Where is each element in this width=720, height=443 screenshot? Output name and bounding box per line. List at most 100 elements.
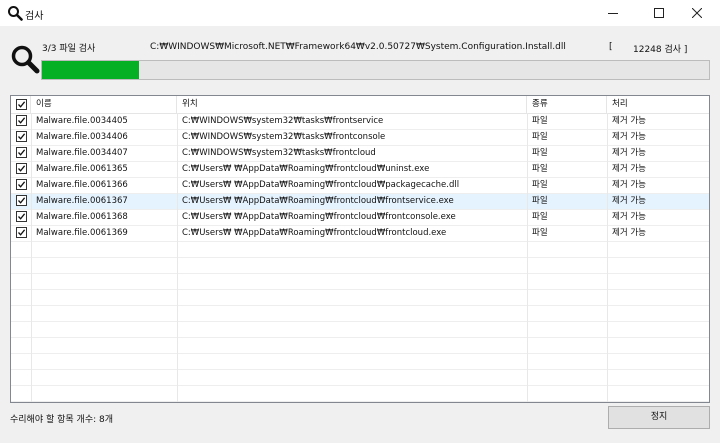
row-checkbox-cell[interactable] bbox=[11, 225, 31, 241]
table-row[interactable]: Malware.file.0061369 C:₩Users₩ ₩AppData₩R… bbox=[11, 225, 709, 241]
row-checkbox-cell[interactable] bbox=[11, 113, 31, 129]
table-row[interactable]: Malware.file.0061367 C:₩Users₩ ₩AppData₩R… bbox=[11, 193, 709, 209]
row-divider bbox=[11, 209, 709, 210]
window-title: 검사 bbox=[25, 11, 44, 22]
row-divider bbox=[11, 385, 709, 386]
repair-count-label: 수리해야 할 항목 개수: 8개 bbox=[10, 415, 114, 425]
checkmark-icon bbox=[18, 117, 26, 124]
column-header-name[interactable]: 이름 bbox=[31, 96, 177, 113]
select-all-checkbox[interactable] bbox=[16, 99, 27, 110]
checkmark-icon bbox=[18, 213, 26, 220]
row-divider bbox=[11, 161, 709, 162]
count-bracket: [ bbox=[609, 42, 613, 52]
column-divider bbox=[31, 113, 32, 402]
table-row[interactable]: Malware.file.0061365 C:₩Users₩ ₩AppData₩R… bbox=[11, 161, 709, 177]
table-header: 이름 위치 종류 처리 bbox=[11, 96, 709, 114]
row-divider bbox=[11, 273, 709, 274]
checkmark-icon bbox=[18, 181, 26, 188]
row-checkbox[interactable] bbox=[16, 131, 27, 142]
table-row[interactable]: Malware.file.0061368 C:₩Users₩ ₩AppData₩R… bbox=[11, 209, 709, 225]
minimize-button[interactable] bbox=[592, 0, 634, 26]
checkmark-icon bbox=[18, 133, 26, 140]
maximize-icon bbox=[654, 8, 664, 18]
row-checkbox-cell[interactable] bbox=[11, 193, 31, 209]
results-table[interactable]: 이름 위치 종류 처리 Malware.file.0034405 C:₩WINDO… bbox=[10, 95, 710, 403]
row-divider bbox=[11, 241, 709, 242]
cell-type: 파일 bbox=[532, 196, 548, 206]
minimize-icon bbox=[608, 13, 618, 14]
row-checkbox-cell[interactable] bbox=[11, 161, 31, 177]
row-divider bbox=[11, 145, 709, 146]
cell-location: C:₩Users₩ ₩AppData₩Roaming₩frontcloud₩pa… bbox=[182, 180, 460, 190]
column-header-location[interactable]: 위치 bbox=[177, 96, 527, 113]
cell-type: 파일 bbox=[532, 164, 548, 174]
row-checkbox-cell[interactable] bbox=[11, 129, 31, 145]
progress-label: 3/3 파일 검사 bbox=[42, 44, 96, 54]
row-checkbox[interactable] bbox=[16, 163, 27, 174]
cell-action: 제거 가능 bbox=[612, 180, 646, 190]
table-row[interactable]: Malware.file.0034407 C:₩WINDOWS₩system32₩… bbox=[11, 145, 709, 161]
table-row[interactable]: Malware.file.0034405 C:₩WINDOWS₩system32₩… bbox=[11, 113, 709, 129]
cell-type: 파일 bbox=[532, 132, 548, 142]
cell-action: 제거 가능 bbox=[612, 212, 646, 222]
cell-name: Malware.file.0034407 bbox=[36, 148, 128, 158]
stop-button[interactable]: 정지 bbox=[608, 406, 710, 429]
cell-action: 제거 가능 bbox=[612, 148, 646, 158]
row-divider bbox=[11, 369, 709, 370]
cell-type: 파일 bbox=[532, 180, 548, 190]
row-checkbox[interactable] bbox=[16, 147, 27, 158]
checkmark-icon bbox=[18, 229, 26, 236]
row-checkbox[interactable] bbox=[16, 195, 27, 206]
cell-location: C:₩WINDOWS₩system32₩tasks₩frontconsole bbox=[182, 132, 386, 142]
row-divider bbox=[11, 353, 709, 354]
cell-action: 제거 가능 bbox=[612, 196, 646, 206]
row-checkbox-cell[interactable] bbox=[11, 177, 31, 193]
row-divider bbox=[11, 129, 709, 130]
row-divider bbox=[11, 289, 709, 290]
current-path: C:₩WINDOWS₩Microsoft.NET₩Framework64₩v2.… bbox=[150, 42, 566, 52]
column-header-action[interactable]: 처리 bbox=[607, 96, 709, 113]
row-divider bbox=[11, 321, 709, 322]
scan-count: 12248 검사 ] bbox=[633, 45, 688, 55]
cell-location: C:₩WINDOWS₩system32₩tasks₩frontcloud bbox=[182, 148, 376, 158]
maximize-button[interactable] bbox=[638, 0, 680, 26]
title-bar: 검사 bbox=[0, 0, 720, 26]
table-row[interactable]: Malware.file.0061366 C:₩Users₩ ₩AppData₩R… bbox=[11, 177, 709, 193]
row-checkbox-cell[interactable] bbox=[11, 145, 31, 161]
progress-fill bbox=[42, 61, 140, 79]
cell-action: 제거 가능 bbox=[612, 132, 646, 142]
cell-action: 제거 가능 bbox=[612, 228, 646, 238]
row-checkbox[interactable] bbox=[16, 115, 27, 126]
cell-name: Malware.file.0061368 bbox=[36, 212, 128, 222]
select-all-cell[interactable] bbox=[11, 96, 31, 113]
checkmark-icon bbox=[18, 149, 26, 156]
cell-name: Malware.file.0061369 bbox=[36, 228, 128, 238]
scan-progress-bar bbox=[41, 60, 710, 80]
cell-action: 제거 가능 bbox=[612, 164, 646, 174]
cell-name: Malware.file.0061367 bbox=[36, 196, 128, 206]
table-row[interactable]: Malware.file.0034406 C:₩WINDOWS₩system32₩… bbox=[11, 129, 709, 145]
close-icon bbox=[692, 8, 702, 18]
row-checkbox[interactable] bbox=[16, 179, 27, 190]
cell-action: 제거 가능 bbox=[612, 116, 646, 126]
close-button[interactable] bbox=[676, 0, 718, 26]
row-checkbox[interactable] bbox=[16, 211, 27, 222]
cell-name: Malware.file.0061366 bbox=[36, 180, 128, 190]
cell-location: C:₩WINDOWS₩system32₩tasks₩frontservice bbox=[182, 116, 384, 126]
column-header-type[interactable]: 종류 bbox=[527, 96, 607, 113]
row-divider bbox=[11, 177, 709, 178]
row-divider bbox=[11, 193, 709, 194]
cell-location: C:₩Users₩ ₩AppData₩Roaming₩frontcloud₩fr… bbox=[182, 212, 456, 222]
cell-name: Malware.file.0034405 bbox=[36, 116, 128, 126]
row-divider bbox=[11, 225, 709, 226]
cell-location: C:₩Users₩ ₩AppData₩Roaming₩frontcloud₩fr… bbox=[182, 196, 454, 206]
cell-type: 파일 bbox=[532, 116, 548, 126]
row-checkbox[interactable] bbox=[16, 227, 27, 238]
cell-location: C:₩Users₩ ₩AppData₩Roaming₩frontcloud₩un… bbox=[182, 164, 430, 174]
checkmark-icon bbox=[18, 165, 26, 172]
search-icon bbox=[11, 45, 40, 74]
row-divider bbox=[11, 257, 709, 258]
column-divider bbox=[527, 113, 528, 402]
row-checkbox-cell[interactable] bbox=[11, 209, 31, 225]
cell-name: Malware.file.0061365 bbox=[36, 164, 128, 174]
